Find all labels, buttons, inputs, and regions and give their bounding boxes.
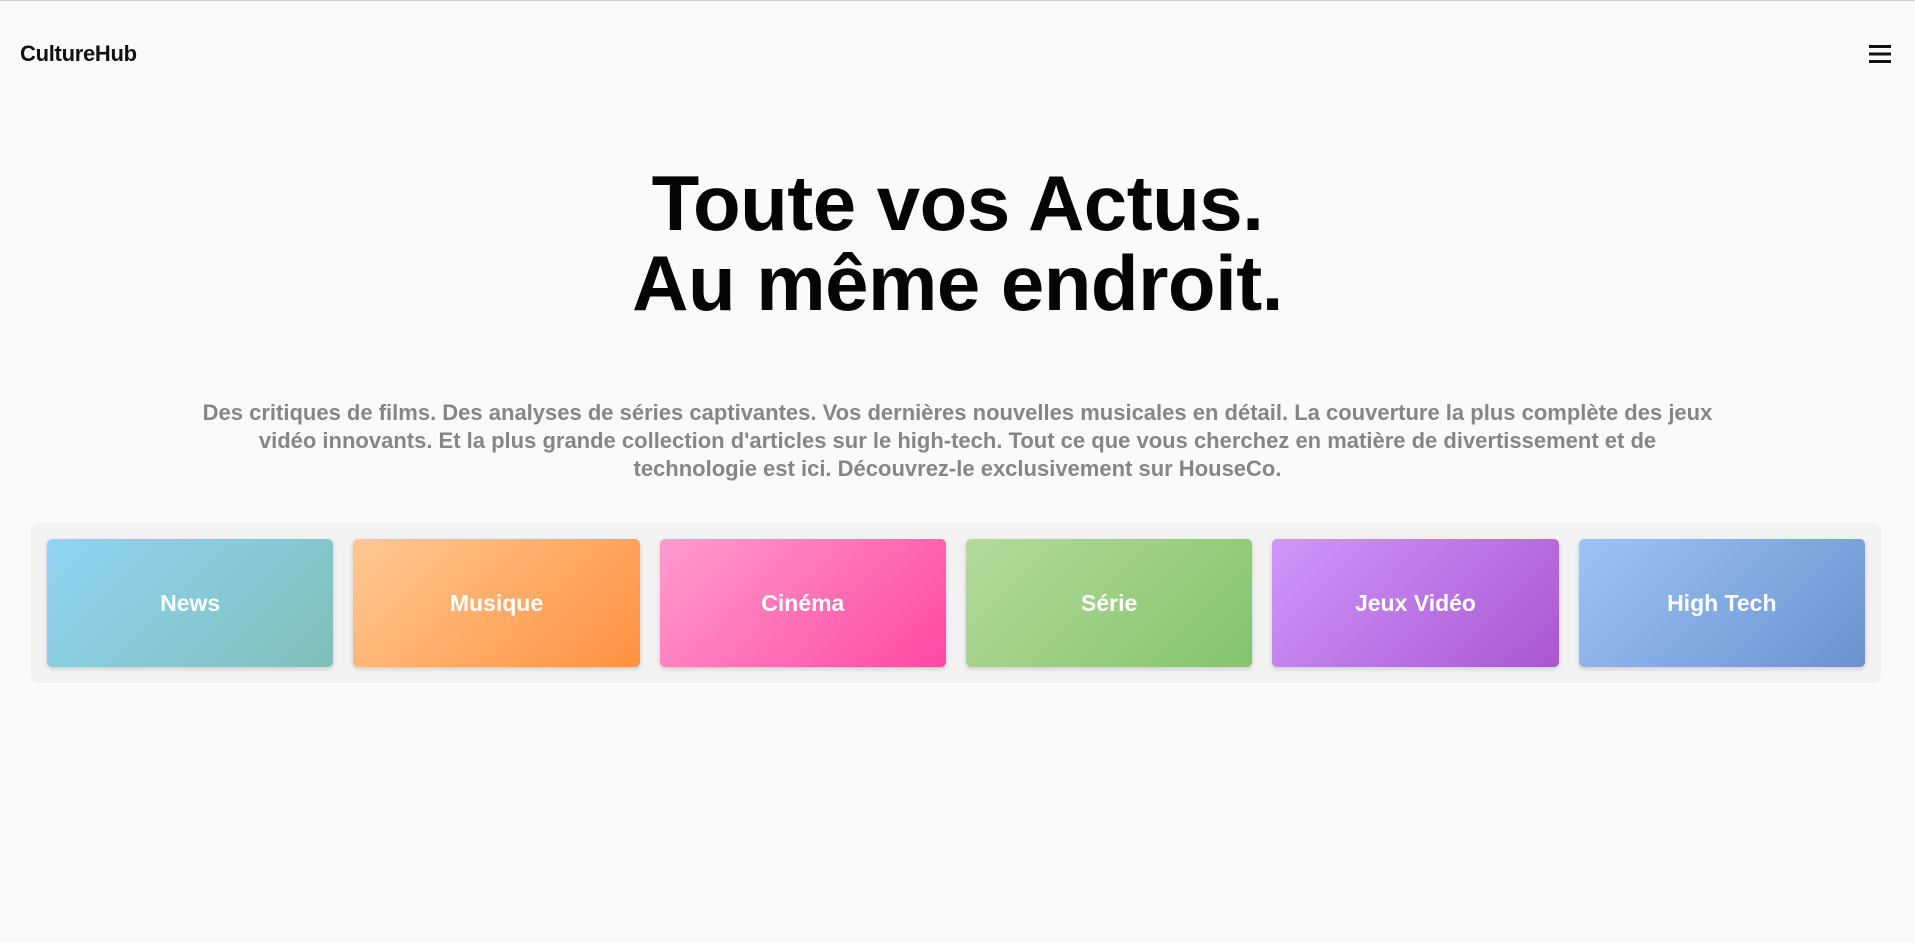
category-label: News [160, 589, 221, 616]
category-card-cinema[interactable]: Cinéma [659, 539, 946, 667]
category-label: Série [1081, 589, 1138, 616]
category-card-serie[interactable]: Série [965, 539, 1253, 667]
category-label: Cinéma [761, 589, 845, 616]
category-card-musique[interactable]: Musique [353, 539, 640, 667]
header: CultureHub [0, 1, 1915, 105]
category-label: High Tech [1667, 589, 1777, 616]
brand-logo[interactable]: CultureHub [20, 41, 137, 67]
category-card-jeux-video[interactable]: Jeux Vidéo [1272, 539, 1559, 667]
hero-title-line2: Au même endroit. [632, 239, 1283, 327]
category-card-high-tech[interactable]: High Tech [1578, 539, 1865, 667]
hero-description: Des critiques de films. Des analyses de … [202, 400, 1713, 481]
category-label: Jeux Vidéo [1354, 589, 1476, 616]
category-list: News Musique Cinéma Série Jeux Vidéo Hig… [31, 523, 1881, 683]
category-label: Musique [449, 589, 544, 616]
category-card-news[interactable]: News [47, 539, 334, 667]
page: CultureHub Toute vos Actus. Au même endr… [0, 0, 1915, 943]
hamburger-menu-icon [1869, 45, 1891, 63]
hero-title: Toute vos Actus. Au même endroit. [0, 163, 1915, 323]
hero-title-line1: Toute vos Actus. [651, 159, 1264, 247]
menu-button[interactable] [1867, 41, 1893, 67]
